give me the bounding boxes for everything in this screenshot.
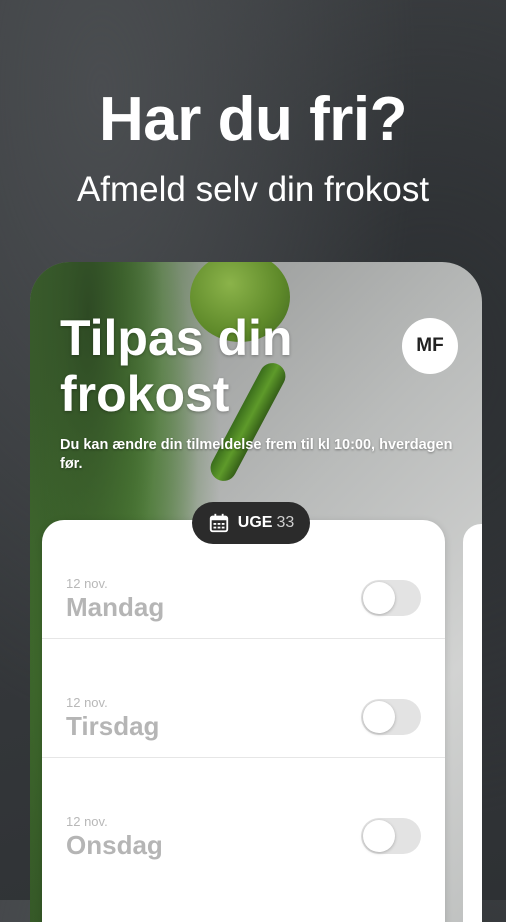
lunch-toggle-mandag[interactable] <box>361 580 421 616</box>
day-date: 12 nov. <box>66 695 108 710</box>
promo-subline: Afmeld selv din frokost <box>76 170 430 209</box>
promo-headline: Har du fri? <box>99 85 407 154</box>
lunch-toggle-tirsdag[interactable] <box>361 699 421 735</box>
day-date: 12 nov. <box>66 576 108 591</box>
week-card: 12 nov. Mandag 12 nov. Tirsdag 12 nov. O… <box>42 520 445 922</box>
day-name: Onsdag <box>66 830 163 860</box>
calendar-icon <box>209 513 228 533</box>
day-name: Tirsdag <box>66 711 160 741</box>
week-selector[interactable]: UGE 33 <box>192 502 310 544</box>
day-row-tirsdag: 12 nov. Tirsdag <box>42 639 445 758</box>
page-description: Du kan ændre din tilmeldelse frem til kl… <box>60 437 453 472</box>
next-week-card-peek[interactable] <box>463 524 482 922</box>
lunch-toggle-onsdag[interactable] <box>361 818 421 854</box>
toggle-knob <box>363 582 395 614</box>
toggle-knob <box>363 820 395 852</box>
avatar[interactable]: MF <box>402 318 458 374</box>
toggle-knob <box>363 701 395 733</box>
app-screen: Tilpas din frokost MF Du kan ændre din t… <box>30 262 482 922</box>
day-name: Mandag <box>66 592 165 622</box>
page-title: Tilpas din frokost <box>60 310 293 422</box>
day-row-onsdag: 12 nov. Onsdag <box>42 758 445 876</box>
day-date: 12 nov. <box>66 814 108 829</box>
week-label: UGE <box>237 514 273 531</box>
week-number: 33 <box>276 514 295 531</box>
